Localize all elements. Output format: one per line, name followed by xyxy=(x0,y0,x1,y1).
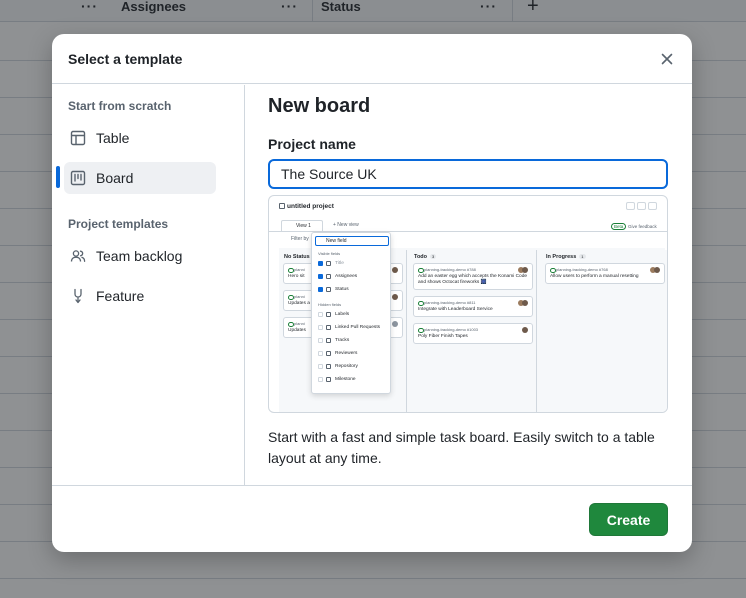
sidebar-item-label: Table xyxy=(96,130,130,146)
project-name-label: Project name xyxy=(268,136,356,152)
active-indicator xyxy=(56,166,60,188)
preview-menu-item: Title xyxy=(318,261,344,266)
preview-feedback-link: Give feedback xyxy=(628,224,657,229)
avatar xyxy=(392,321,398,327)
preview-column-title: In Progress 1 xyxy=(546,254,586,260)
avatar xyxy=(522,267,528,273)
preview-tab-view-1: View 1 xyxy=(281,220,323,231)
people-icon xyxy=(70,248,86,264)
preview-project-title: untitled project xyxy=(287,203,334,210)
template-title: New board xyxy=(268,95,371,117)
preview-menu-item: Milestone xyxy=(318,377,356,382)
preview-menu-item: Linked Pull Requests xyxy=(318,325,380,330)
table-icon xyxy=(637,202,646,210)
template-detail-panel: New board Project name untitled project … xyxy=(268,85,668,485)
avatar xyxy=(522,327,528,333)
dialog-footer: Create xyxy=(52,485,692,552)
preview-menu-item: Repository xyxy=(318,364,358,369)
preview-view-tabs: View 1 + New view xyxy=(269,218,667,232)
project-board-icon xyxy=(70,170,86,186)
sidebar-item-board[interactable]: Board xyxy=(64,162,216,194)
sidebar-item-feature[interactable]: Feature xyxy=(64,280,216,312)
preview-card: planning-tracking-demo #1003 Poly Fiber … xyxy=(413,323,533,344)
preview-visible-fields-heading: Visible fields xyxy=(318,251,341,256)
project-name-input[interactable] xyxy=(268,159,668,189)
preview-column-todo: Todo 3 planning-tracking-demo #788 Add an… xyxy=(409,250,537,412)
sidebar-item-label: Team backlog xyxy=(96,248,183,264)
preview-toolbar xyxy=(626,202,657,210)
sidebar-item-table[interactable]: Table xyxy=(64,122,216,154)
start-from-scratch-heading: Start from scratch xyxy=(68,99,172,113)
preview-card-ref: planning-tracking-demo #788 xyxy=(418,267,528,273)
close-button[interactable] xyxy=(658,50,676,68)
dialog-header: Select a template xyxy=(52,34,692,84)
feature-icon xyxy=(70,288,86,304)
preview-card-text: Allow users to perform a manual resettin… xyxy=(550,274,639,279)
avatar xyxy=(654,267,660,273)
preview-card: planning-tracking-demo #788 Add an easte… xyxy=(413,263,533,290)
avatar xyxy=(392,267,398,273)
preview-new-view: + New view xyxy=(333,222,359,228)
preview-card-text: Integrate with Leaderboard Service xyxy=(418,307,493,312)
preview-card-ref: planning-tracking-demo #768 xyxy=(550,267,660,273)
avatar xyxy=(522,300,528,306)
preview-column-title: No Status xyxy=(284,254,310,260)
select-template-dialog: Select a template Start from scratch Tab… xyxy=(52,34,692,552)
kebab-horizontal-icon xyxy=(648,202,657,210)
preview-column-title: Todo 3 xyxy=(414,254,437,260)
lock-icon xyxy=(279,203,285,209)
preview-card-ref: planning-tracking-demo #1003 xyxy=(418,327,528,333)
preview-card: planning-tracking-demo #768 Allow users … xyxy=(545,263,665,284)
preview-card-text: Poly Fiber Finish Tapes xyxy=(418,334,468,339)
dialog-title: Select a template xyxy=(68,51,183,67)
template-description: Start with a fast and simple task board.… xyxy=(268,429,655,466)
preview-field-menu: New field Visible fields Title Assignees… xyxy=(311,232,391,394)
preview-beta-badge: Beta xyxy=(611,223,627,230)
preview-filter: Filter by xyxy=(291,236,309,242)
sidebar-item-label: Board xyxy=(96,170,134,186)
template-sidebar: Start from scratch Table Board Project t… xyxy=(52,85,245,485)
preview-menu-item: Assignees xyxy=(318,274,357,279)
preview-menu-item: Tracks xyxy=(318,338,349,343)
sidebar-item-label: Feature xyxy=(96,288,145,304)
avatar xyxy=(392,294,398,300)
graph-icon xyxy=(626,202,635,210)
project-templates-heading: Project templates xyxy=(68,217,169,231)
board-preview-image: untitled project View 1 + New view Beta … xyxy=(268,195,668,413)
x-icon xyxy=(661,53,673,65)
table-icon xyxy=(70,130,86,146)
sidebar-item-team-backlog[interactable]: Team backlog xyxy=(64,240,216,272)
preview-column-in-progress: In Progress 1 planning-tracking-demo #768… xyxy=(541,250,667,412)
preview-menu-item: Reviewers xyxy=(318,351,357,356)
preview-new-field-input: New field xyxy=(315,236,389,246)
preview-menu-item: Labels xyxy=(318,312,349,317)
preview-menu-item: Status xyxy=(318,287,349,292)
preview-card-ref: planning-tracking-demo #811 xyxy=(418,300,528,306)
preview-card-text: Add an easter egg which accepts the Kona… xyxy=(418,274,528,285)
preview-hidden-fields-heading: Hidden fields xyxy=(318,302,342,307)
create-button[interactable]: Create xyxy=(589,503,668,536)
preview-card: planning-tracking-demo #811 Integrate wi… xyxy=(413,296,533,317)
